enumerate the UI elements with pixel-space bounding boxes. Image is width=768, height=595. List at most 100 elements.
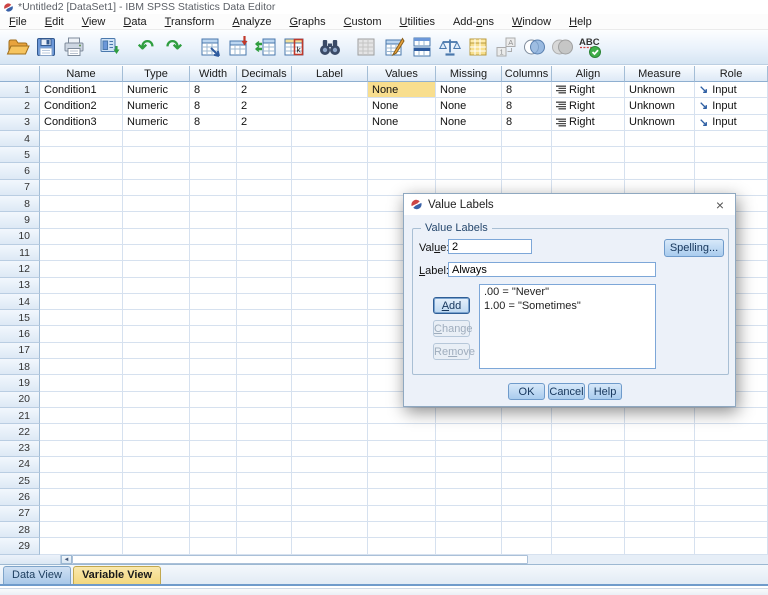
cell-align-row29[interactable] xyxy=(552,538,625,554)
row-header-2[interactable]: 2 xyxy=(0,98,40,114)
corner-header-cell[interactable] xyxy=(0,66,40,82)
cell-columns-row1[interactable]: 8 xyxy=(502,82,552,98)
cell-width-row12[interactable] xyxy=(190,261,237,277)
print-button[interactable] xyxy=(60,33,88,61)
cell-width-row19[interactable] xyxy=(190,375,237,391)
value-labels-button[interactable]: A1 xyxy=(492,33,520,61)
cell-name-row25[interactable] xyxy=(40,473,123,489)
cell-width-row16[interactable] xyxy=(190,326,237,342)
cell-name-row19[interactable] xyxy=(40,375,123,391)
cell-decimals-row9[interactable] xyxy=(237,212,292,228)
cell-measure-row27[interactable] xyxy=(625,506,695,522)
cell-measure-row24[interactable] xyxy=(625,457,695,473)
change-button[interactable]: Change xyxy=(433,320,470,337)
row-header-26[interactable]: 26 xyxy=(0,489,40,505)
cell-role-row25[interactable] xyxy=(695,473,768,489)
open-data-button[interactable] xyxy=(4,33,32,61)
cell-columns-row23[interactable] xyxy=(502,441,552,457)
row-header-29[interactable]: 29 xyxy=(0,538,40,554)
cell-name-row14[interactable] xyxy=(40,294,123,310)
cell-measure-row25[interactable] xyxy=(625,473,695,489)
menu-graphs[interactable]: Graphs xyxy=(280,16,334,28)
cell-role-row2[interactable]: ↘Input xyxy=(695,98,768,114)
cell-decimals-row8[interactable] xyxy=(237,196,292,212)
cell-label-row5[interactable] xyxy=(292,147,368,163)
cell-align-row22[interactable] xyxy=(552,424,625,440)
cell-decimals-row21[interactable] xyxy=(237,408,292,424)
cell-label-row9[interactable] xyxy=(292,212,368,228)
cell-align-row23[interactable] xyxy=(552,441,625,457)
cell-columns-row24[interactable] xyxy=(502,457,552,473)
cell-label-row26[interactable] xyxy=(292,489,368,505)
cell-type-row4[interactable] xyxy=(123,131,190,147)
cell-width-row2[interactable]: 8 xyxy=(190,98,237,114)
menu-help[interactable]: Help xyxy=(560,16,601,28)
cell-label-row25[interactable] xyxy=(292,473,368,489)
cell-name-row20[interactable] xyxy=(40,392,123,408)
goto-case-button[interactable] xyxy=(196,33,224,61)
cell-width-row3[interactable]: 8 xyxy=(190,115,237,131)
cell-values-row27[interactable] xyxy=(368,506,436,522)
cell-type-row26[interactable] xyxy=(123,489,190,505)
cell-measure-row21[interactable] xyxy=(625,408,695,424)
recall-dialogs-button[interactable] xyxy=(96,33,124,61)
menu-custom[interactable]: Custom xyxy=(335,16,391,28)
row-header-21[interactable]: 21 xyxy=(0,408,40,424)
cell-decimals-row17[interactable] xyxy=(237,343,292,359)
cell-width-row6[interactable] xyxy=(190,163,237,179)
cell-measure-row26[interactable] xyxy=(625,489,695,505)
cell-align-row3[interactable]: Right xyxy=(552,115,625,131)
cell-values-row1[interactable]: None xyxy=(368,82,436,98)
cell-align-row24[interactable] xyxy=(552,457,625,473)
cell-type-row22[interactable] xyxy=(123,424,190,440)
row-header-12[interactable]: 12 xyxy=(0,261,40,277)
cell-role-row27[interactable] xyxy=(695,506,768,522)
cell-role-row24[interactable] xyxy=(695,457,768,473)
cell-name-row26[interactable] xyxy=(40,489,123,505)
cell-measure-row22[interactable] xyxy=(625,424,695,440)
cell-width-row15[interactable] xyxy=(190,310,237,326)
goto-variable-button[interactable] xyxy=(224,33,252,61)
cell-type-row29[interactable] xyxy=(123,538,190,554)
cell-values-row5[interactable] xyxy=(368,147,436,163)
cell-measure-row28[interactable] xyxy=(625,522,695,538)
cell-width-row23[interactable] xyxy=(190,441,237,457)
row-header-16[interactable]: 16 xyxy=(0,326,40,342)
scrollbar-track[interactable] xyxy=(528,555,768,564)
cell-role-row6[interactable] xyxy=(695,163,768,179)
cell-name-row4[interactable] xyxy=(40,131,123,147)
cell-role-row3[interactable]: ↘Input xyxy=(695,115,768,131)
cell-width-row29[interactable] xyxy=(190,538,237,554)
cell-align-row21[interactable] xyxy=(552,408,625,424)
menu-view[interactable]: View xyxy=(73,16,115,28)
cell-name-row12[interactable] xyxy=(40,261,123,277)
spelling-button[interactable]: Spelling... xyxy=(664,239,724,257)
cell-decimals-row22[interactable] xyxy=(237,424,292,440)
row-header-23[interactable]: 23 xyxy=(0,441,40,457)
row-header-10[interactable]: 10 xyxy=(0,229,40,245)
cell-type-row1[interactable]: Numeric xyxy=(123,82,190,98)
cell-decimals-row2[interactable]: 2 xyxy=(237,98,292,114)
cell-decimals-row11[interactable] xyxy=(237,245,292,261)
cell-values-row22[interactable] xyxy=(368,424,436,440)
cell-decimals-row26[interactable] xyxy=(237,489,292,505)
cell-name-row11[interactable] xyxy=(40,245,123,261)
cell-width-row18[interactable] xyxy=(190,359,237,375)
cell-name-row21[interactable] xyxy=(40,408,123,424)
cell-decimals-row12[interactable] xyxy=(237,261,292,277)
cell-name-row3[interactable]: Condition3 xyxy=(40,115,123,131)
cell-name-row5[interactable] xyxy=(40,147,123,163)
cell-label-row28[interactable] xyxy=(292,522,368,538)
cell-values-row2[interactable]: None xyxy=(368,98,436,114)
cell-width-row24[interactable] xyxy=(190,457,237,473)
cell-missing-row1[interactable]: None xyxy=(436,82,502,98)
cell-width-row11[interactable] xyxy=(190,245,237,261)
cell-columns-row27[interactable] xyxy=(502,506,552,522)
cell-label-row18[interactable] xyxy=(292,359,368,375)
menu-analyze[interactable]: Analyze xyxy=(223,16,280,28)
cell-type-row9[interactable] xyxy=(123,212,190,228)
cell-name-row6[interactable] xyxy=(40,163,123,179)
row-header-7[interactable]: 7 xyxy=(0,180,40,196)
cell-width-row9[interactable] xyxy=(190,212,237,228)
column-header-role[interactable]: Role xyxy=(695,66,768,82)
